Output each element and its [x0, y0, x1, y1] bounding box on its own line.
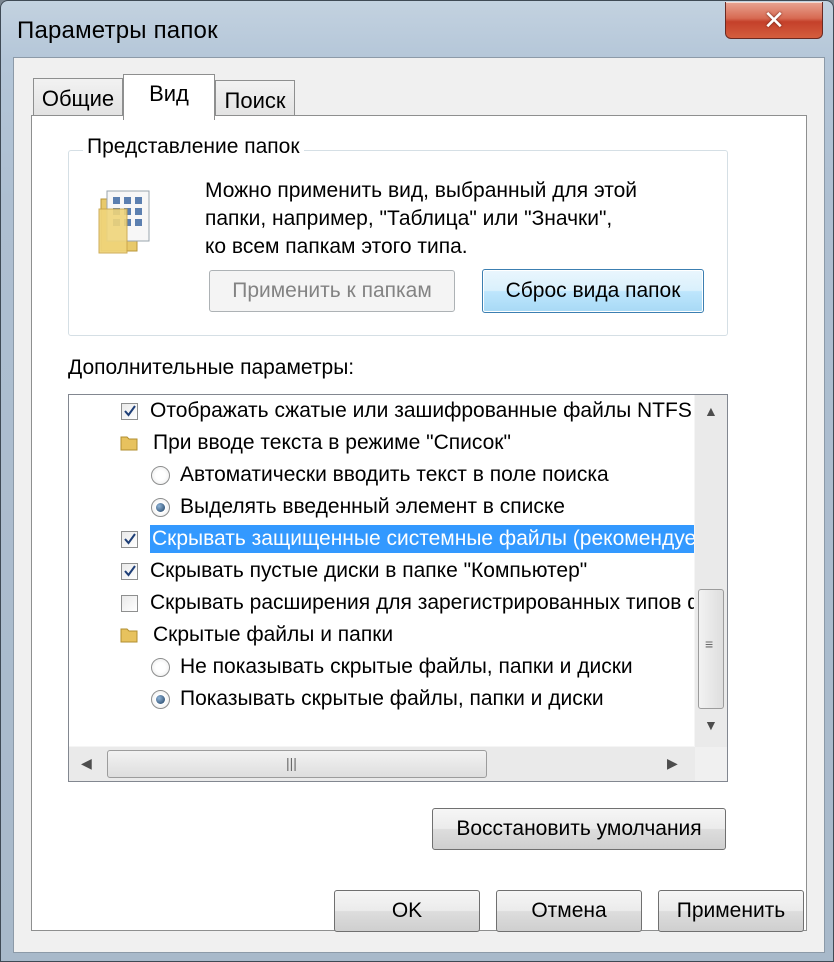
- list-item[interactable]: Показывать скрытые файлы, папки и диски: [69, 683, 727, 715]
- folder-icon: [120, 628, 138, 643]
- tab-search[interactable]: Поиск: [215, 80, 295, 120]
- list-item: При вводе текста в режиме "Список": [69, 427, 727, 459]
- cancel-button[interactable]: Отмена: [496, 890, 642, 932]
- horizontal-scroll-thumb[interactable]: |||: [107, 750, 487, 778]
- reset-folders-label: Сброс вида папок: [505, 279, 681, 302]
- radio-button[interactable]: [151, 497, 170, 517]
- view-tab-panel: Представление папок Можно применить вид,…: [31, 115, 807, 931]
- folder-views-description: Можно применить вид, выбранный для этой …: [205, 177, 705, 261]
- list-item-label: Отображать сжатые или зашифрованные файл…: [150, 399, 692, 422]
- checkbox[interactable]: [121, 594, 138, 612]
- scroll-left-icon[interactable]: ◀: [81, 755, 92, 772]
- close-icon: ✕: [763, 5, 785, 35]
- apply-to-folders-label: Применить к папкам: [232, 279, 432, 302]
- apply-button[interactable]: Применить: [658, 890, 804, 932]
- scroll-down-icon[interactable]: ▼: [704, 717, 718, 733]
- list-item-label: При вводе текста в режиме "Список": [153, 431, 511, 454]
- scrollbar-corner: [695, 747, 727, 781]
- checkbox[interactable]: [121, 402, 138, 420]
- checkbox[interactable]: [121, 562, 138, 580]
- list-item-label: Скрывать расширения для зарегистрированн…: [150, 591, 728, 614]
- folder-views-group: Представление папок Можно применить вид,…: [68, 135, 728, 336]
- radio-button[interactable]: [151, 465, 170, 485]
- tab-view[interactable]: Вид: [123, 74, 215, 120]
- close-button[interactable]: ✕: [725, 2, 823, 39]
- horizontal-scrollbar[interactable]: ◀ ||| ▶: [69, 746, 695, 781]
- list-item-label: Скрывать пустые диски в папке "Компьютер…: [150, 559, 588, 582]
- ok-label: OK: [391, 899, 423, 922]
- radio-button[interactable]: [151, 657, 170, 677]
- list-item-label: Скрывать защищенные системные файлы (рек…: [150, 525, 727, 553]
- dialog-client-area: Общие Вид Поиск Представление папок Можн…: [13, 57, 825, 953]
- reset-folders-button[interactable]: Сброс вида папок: [482, 269, 704, 313]
- checkbox[interactable]: [121, 530, 138, 548]
- folder-views-group-title: Представление папок: [83, 135, 304, 159]
- advanced-settings-label: Дополнительные параметры:: [68, 356, 355, 379]
- list-item-label: Скрытые файлы и папки: [153, 623, 394, 646]
- list-item-label: Выделять введенный элемент в списке: [180, 495, 565, 518]
- grip-icon: ≡: [705, 636, 714, 652]
- list-item-label: Не показывать скрытые файлы, папки и дис…: [180, 655, 633, 678]
- tab-search-label: Поиск: [224, 87, 286, 113]
- scroll-right-icon[interactable]: ▶: [667, 755, 678, 772]
- cancel-label: Отмена: [531, 899, 607, 922]
- apply-to-folders-button[interactable]: Применить к папкам: [209, 270, 455, 312]
- description-line: папки, например, "Таблица" или "Значки",: [205, 207, 613, 230]
- apply-label: Применить: [676, 899, 786, 922]
- list-item[interactable]: Скрывать защищенные системные файлы (рек…: [69, 523, 727, 555]
- list-item-label: Автоматически вводить текст в поле поиск…: [180, 463, 609, 486]
- scroll-up-icon[interactable]: ▲: [704, 403, 718, 419]
- grip-icon: |||: [286, 755, 297, 771]
- list-item[interactable]: Не показывать скрытые файлы, папки и дис…: [69, 651, 727, 683]
- title-bar[interactable]: Параметры папок ✕: [1, 1, 833, 57]
- ok-button[interactable]: OK: [334, 890, 480, 932]
- tab-view-label: Вид: [149, 80, 189, 106]
- window-title: Параметры папок: [17, 17, 218, 44]
- folder-grid-icon: [98, 190, 150, 254]
- description-line: ко всем папкам этого типа.: [205, 235, 468, 258]
- radio-button[interactable]: [151, 689, 170, 709]
- list-item[interactable]: Отображать сжатые или зашифрованные файл…: [69, 395, 727, 427]
- restore-defaults-label: Восстановить умолчания: [456, 817, 702, 840]
- folder-options-window: Параметры папок ✕ Общие Вид Поиск Предст…: [0, 0, 834, 962]
- list-item[interactable]: Скрывать расширения для зарегистрированн…: [69, 587, 728, 619]
- folder-icon: [120, 436, 138, 451]
- description-line: Можно применить вид, выбранный для этой: [205, 179, 638, 202]
- list-item[interactable]: Автоматически вводить текст в поле поиск…: [69, 459, 727, 491]
- vertical-scrollbar[interactable]: ▲ ≡ ▼: [694, 395, 727, 747]
- list-item[interactable]: Скрывать пустые диски в папке "Компьютер…: [69, 555, 727, 587]
- tab-general-label: Общие: [41, 85, 115, 111]
- list-item-label: Показывать скрытые файлы, папки и диски: [180, 687, 604, 710]
- advanced-settings-list[interactable]: Отображать сжатые или зашифрованные файл…: [68, 394, 728, 782]
- list-item: Скрытые файлы и папки: [69, 619, 727, 651]
- tab-general[interactable]: Общие: [33, 78, 123, 118]
- vertical-scroll-thumb[interactable]: ≡: [698, 589, 724, 709]
- list-item[interactable]: Выделять введенный элемент в списке: [69, 491, 727, 523]
- restore-defaults-button[interactable]: Восстановить умолчания: [432, 808, 726, 850]
